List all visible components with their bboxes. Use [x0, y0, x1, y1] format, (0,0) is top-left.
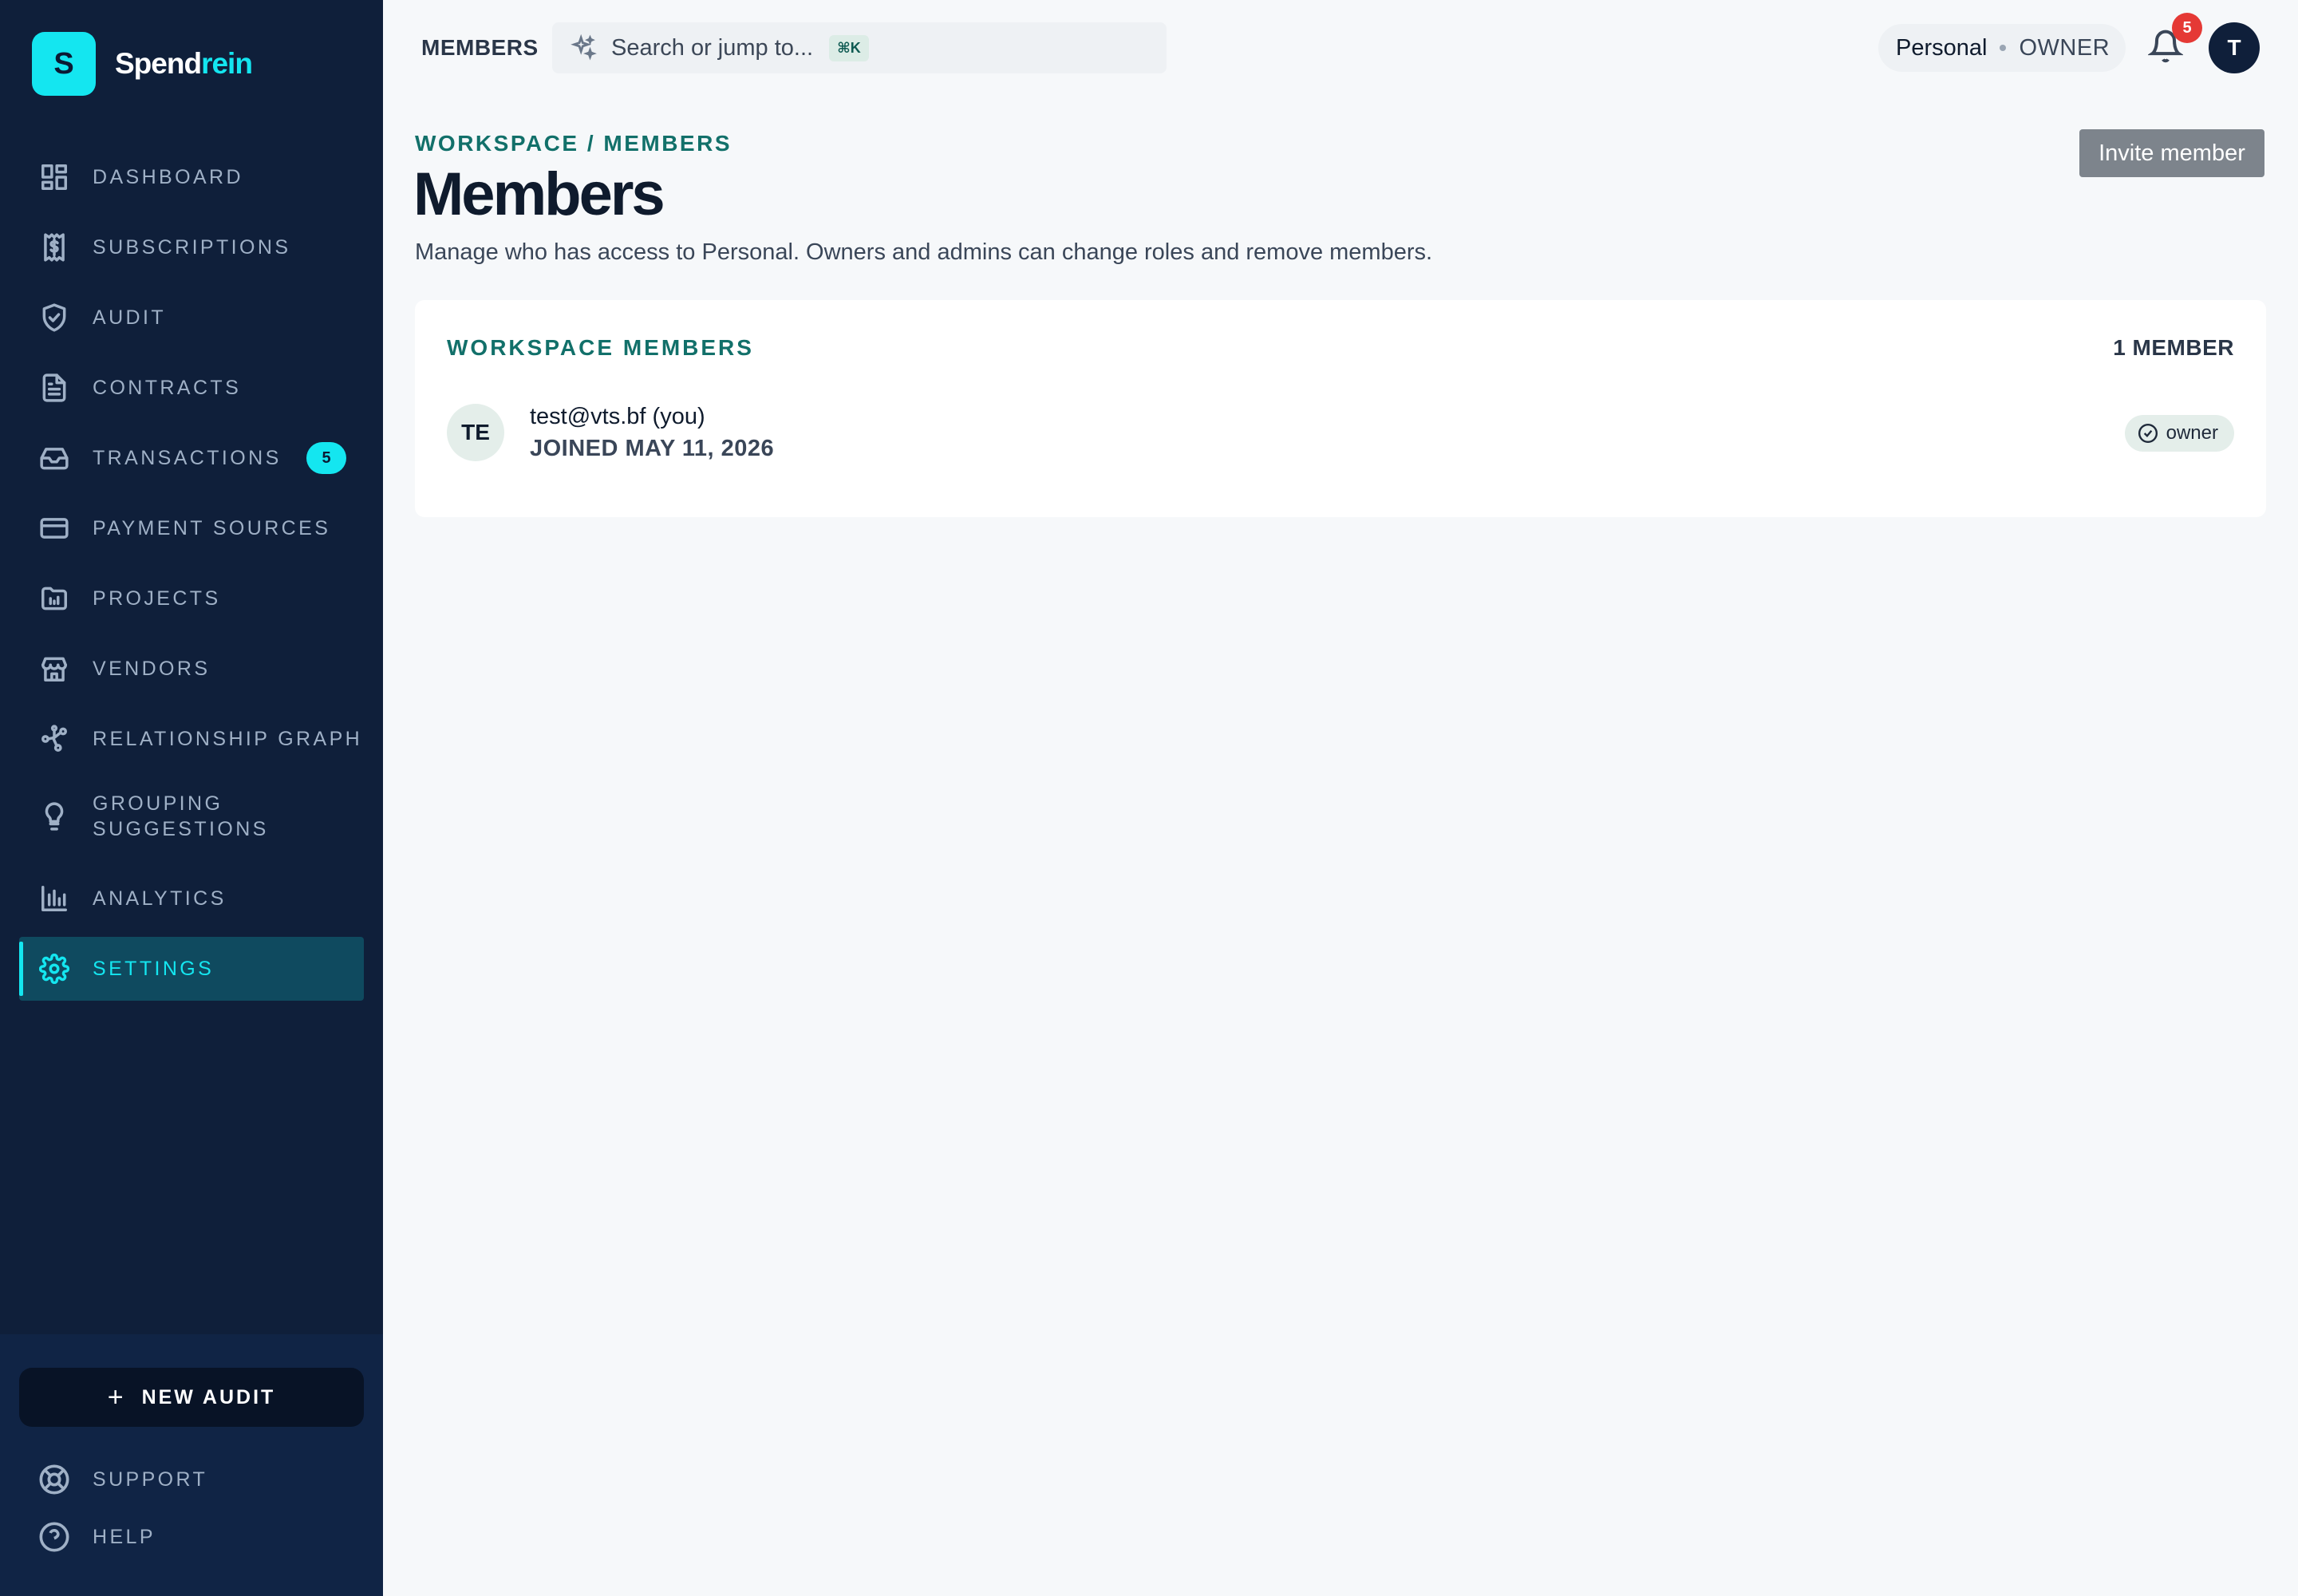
- sidebar-item-vendors[interactable]: VENDORS: [19, 637, 364, 701]
- store-icon: [38, 653, 70, 685]
- sidebar-item-label: AUDIT: [93, 306, 166, 329]
- support-label: SUPPORT: [93, 1468, 208, 1491]
- page-title: Members: [413, 160, 665, 228]
- new-audit-button[interactable]: + NEW AUDIT: [19, 1368, 364, 1427]
- sidebar-item-label: PROJECTS: [93, 587, 221, 610]
- member-row: TE test@vts.bf (you) JOINED MAY 11, 2026…: [447, 404, 2234, 461]
- invite-member-button[interactable]: Invite member: [2079, 129, 2264, 177]
- workspace-role: OWNER: [2019, 34, 2110, 61]
- graph-icon: [38, 723, 70, 755]
- user-avatar[interactable]: T: [2209, 22, 2260, 73]
- sparkle-icon: [571, 34, 597, 61]
- sidebar-item-subscriptions[interactable]: SUBSCRIPTIONS: [19, 215, 364, 279]
- help-label: HELP: [93, 1525, 156, 1548]
- sidebar-item-projects[interactable]: PROJECTS: [19, 567, 364, 630]
- brand-name-part2: rein: [201, 47, 253, 80]
- sidebar-nav: DASHBOARD SUBSCRIPTIONS AUDIT CONTRACTS …: [19, 145, 364, 1007]
- brand-name-part1: Spend: [115, 47, 202, 80]
- search-shortcut: ⌘K: [829, 34, 869, 61]
- sidebar-item-label: VENDORS: [93, 658, 211, 680]
- search-input[interactable]: Search or jump to... ⌘K: [552, 22, 1167, 73]
- breadcrumb: WORKSPACE / MEMBERS: [415, 131, 732, 156]
- new-audit-label: NEW AUDIT: [141, 1385, 276, 1408]
- brand-name: Spendrein: [115, 47, 253, 81]
- workspace-name: Personal: [1896, 34, 1988, 61]
- lifebuoy-icon: [39, 1464, 69, 1495]
- member-joined-date: JOINED MAY 11, 2026: [530, 436, 775, 461]
- sidebar-item-label: CONTRACTS: [93, 377, 242, 399]
- shield-check-icon: [38, 302, 70, 334]
- lightbulb-icon: [38, 800, 70, 832]
- member-avatar: TE: [447, 404, 504, 461]
- sidebar-item-label-line2: SUGGESTIONS: [93, 818, 269, 840]
- sidebar-item-relationship-graph[interactable]: RELATIONSHIP GRAPH: [19, 707, 364, 771]
- sidebar-item-settings[interactable]: SETTINGS: [19, 937, 364, 1001]
- plus-icon: +: [107, 1381, 126, 1412]
- card-title: WORKSPACE MEMBERS: [447, 335, 754, 360]
- sidebar-item-label: TRANSACTIONS: [93, 447, 282, 469]
- folder-chart-icon: [38, 583, 70, 614]
- help-circle-icon: [39, 1522, 69, 1552]
- sidebar-item-label: RELATIONSHIP GRAPH: [93, 728, 363, 750]
- sidebar: S Spendrein DASHBOARD SUBSCRIPTIONS AUDI…: [0, 0, 383, 1596]
- brand[interactable]: S Spendrein: [32, 32, 253, 96]
- gear-icon: [38, 953, 70, 985]
- sidebar-item-label: SETTINGS: [93, 958, 215, 980]
- search-placeholder: Search or jump to...: [611, 34, 814, 61]
- credit-card-icon: [38, 512, 70, 544]
- sidebar-item-label: PAYMENT SOURCES: [93, 517, 331, 539]
- document-icon: [38, 372, 70, 404]
- separator-dot: [2000, 45, 2007, 51]
- sidebar-item-audit[interactable]: AUDIT: [19, 286, 364, 350]
- transactions-count-badge: 5: [306, 442, 346, 474]
- sidebar-item-label: ANALYTICS: [93, 887, 227, 910]
- sidebar-item-analytics[interactable]: ANALYTICS: [19, 867, 364, 930]
- member-email: test@vts.bf (you): [530, 404, 705, 429]
- workspace-switcher[interactable]: Personal OWNER: [1878, 24, 2126, 72]
- support-link[interactable]: SUPPORT: [38, 1464, 207, 1495]
- sidebar-item-label: GROUPING SUGGESTIONS: [93, 791, 269, 842]
- member-count: 1 MEMBER: [2113, 335, 2234, 360]
- sidebar-item-contracts[interactable]: CONTRACTS: [19, 356, 364, 420]
- workspace-members-card: WORKSPACE MEMBERS 1 MEMBER TE test@vts.b…: [415, 300, 2266, 517]
- receipt-dollar-icon: [38, 231, 70, 263]
- sidebar-item-transactions[interactable]: TRANSACTIONS 5: [19, 426, 364, 490]
- sidebar-item-label: DASHBOARD: [93, 166, 243, 188]
- role-label: owner: [2166, 422, 2218, 444]
- inbox-icon: [38, 442, 70, 474]
- sidebar-item-grouping-suggestions[interactable]: GROUPING SUGGESTIONS: [19, 777, 364, 855]
- bar-chart-icon: [38, 883, 70, 915]
- sidebar-item-payment-sources[interactable]: PAYMENT SOURCES: [19, 496, 364, 560]
- help-link[interactable]: HELP: [38, 1521, 156, 1553]
- role-badge: owner: [2124, 415, 2234, 452]
- notification-count-badge: 5: [2172, 13, 2202, 43]
- check-circle-icon: [2138, 423, 2158, 444]
- sidebar-footer: + NEW AUDIT SUPPORT HELP: [0, 1334, 383, 1596]
- topbar-title: MEMBERS: [421, 35, 539, 60]
- sidebar-item-label-line1: GROUPING: [93, 792, 223, 815]
- sidebar-item-dashboard[interactable]: DASHBOARD: [19, 145, 364, 209]
- page-description: Manage who has access to Personal. Owner…: [415, 239, 1433, 265]
- sidebar-item-label: SUBSCRIPTIONS: [93, 236, 291, 259]
- brand-logo: S: [32, 32, 96, 96]
- dashboard-icon: [38, 161, 70, 193]
